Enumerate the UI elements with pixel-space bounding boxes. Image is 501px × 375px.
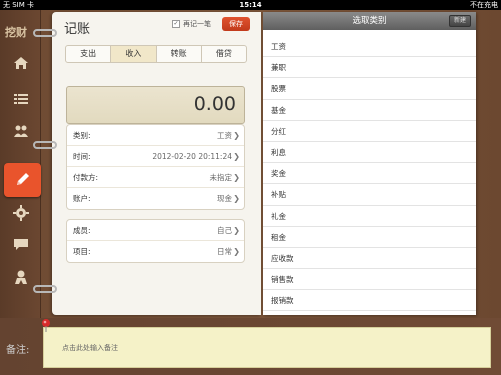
list-item[interactable]: 应收款 bbox=[263, 248, 476, 270]
field-label: 付款方: bbox=[73, 173, 99, 182]
person-icon bbox=[14, 270, 27, 284]
list-item[interactable]: 报销款 bbox=[263, 290, 476, 312]
chevron-right-icon: ❯ bbox=[233, 247, 240, 256]
clock: 15:14 bbox=[239, 1, 262, 9]
list-item[interactable]: 股票 bbox=[263, 78, 476, 100]
people-icon bbox=[13, 125, 28, 137]
memo-label: 备注: bbox=[6, 345, 30, 356]
picker-title: 选取类别 bbox=[352, 16, 387, 26]
list-item[interactable]: 分红 bbox=[263, 121, 476, 142]
sidebar-item-home[interactable] bbox=[0, 48, 41, 78]
list-item[interactable]: 奖金 bbox=[263, 163, 476, 185]
entry-page: 记账 ✓ 再记一笔 保存 支出 收入 转账 借贷 0.00 类别: 工资 ❯ 时… bbox=[52, 12, 261, 315]
chevron-right-icon: ❯ bbox=[233, 152, 240, 161]
picker-header: 选取类别 新建 bbox=[263, 12, 476, 30]
chevron-right-icon: ❯ bbox=[233, 131, 240, 140]
list-item[interactable]: 礼金 bbox=[263, 206, 476, 227]
sidebar-item-messages[interactable] bbox=[0, 229, 41, 259]
list-item[interactable]: 基金 bbox=[263, 100, 476, 121]
chevron-right-icon: ❯ bbox=[233, 194, 240, 203]
save-button[interactable]: 保存 bbox=[222, 17, 250, 31]
field-value: 自己 bbox=[217, 226, 232, 235]
app-logo: 挖财 bbox=[5, 26, 27, 39]
field-member[interactable]: 成员: 自己 ❯ bbox=[67, 220, 244, 241]
field-account[interactable]: 账户: 现金 ❯ bbox=[67, 188, 244, 209]
field-payer[interactable]: 付款方: 未指定 ❯ bbox=[67, 167, 244, 188]
field-value: 2012-02-20 20:11:24 bbox=[152, 152, 232, 161]
memo-input[interactable]: 点击此处输入备注 bbox=[43, 327, 491, 368]
list-item[interactable]: 补贴 bbox=[263, 184, 476, 206]
new-category-button[interactable]: 新建 bbox=[449, 15, 471, 27]
field-value: 工资 bbox=[217, 131, 232, 140]
binder-ring bbox=[33, 285, 57, 295]
tab-loan[interactable]: 借贷 bbox=[202, 46, 246, 62]
field-time[interactable]: 时间: 2012-02-20 20:11:24 ❯ bbox=[67, 146, 244, 167]
binder-ring bbox=[33, 29, 57, 39]
field-project[interactable]: 项目: 日常 ❯ bbox=[67, 241, 244, 262]
field-label: 项目: bbox=[73, 247, 91, 256]
category-picker: 选取类别 新建 工资 兼职 股票 基金 分红 利息 奖金 补贴 礼金 租金 应收… bbox=[263, 12, 476, 315]
pushpin-icon bbox=[42, 319, 50, 332]
list-item[interactable]: 销售款 bbox=[263, 269, 476, 291]
pencil-icon bbox=[16, 173, 29, 185]
list-item[interactable]: 工资 bbox=[263, 36, 476, 58]
detail-group: 类别: 工资 ❯ 时间: 2012-02-20 20:11:24 ❯ 付款方: … bbox=[66, 124, 245, 210]
tab-expense[interactable]: 支出 bbox=[66, 46, 112, 62]
amount-value: 0.00 bbox=[193, 93, 236, 115]
field-label: 成员: bbox=[73, 226, 91, 235]
list-item[interactable]: 利息 bbox=[263, 142, 476, 164]
field-category[interactable]: 类别: 工资 ❯ bbox=[67, 125, 244, 146]
battery-text: 不在充电 bbox=[470, 1, 498, 9]
sidebar-item-record[interactable] bbox=[4, 163, 41, 197]
chat-icon bbox=[13, 239, 28, 250]
tab-income[interactable]: 收入 bbox=[111, 46, 157, 62]
field-value: 日常 bbox=[217, 247, 232, 256]
list-icon bbox=[13, 94, 28, 104]
sidebar-item-list[interactable] bbox=[0, 84, 41, 114]
home-icon bbox=[13, 57, 28, 69]
extra-group: 成员: 自己 ❯ 项目: 日常 ❯ bbox=[66, 219, 245, 263]
page-title: 记账 bbox=[64, 22, 91, 37]
field-value: 未指定 bbox=[209, 173, 233, 182]
gear-icon bbox=[12, 205, 29, 221]
amount-field[interactable]: 0.00 bbox=[66, 86, 245, 124]
remember-label: 再记一笔 bbox=[183, 20, 211, 28]
field-label: 账户: bbox=[73, 194, 91, 203]
tab-transfer[interactable]: 转账 bbox=[157, 46, 202, 62]
sidebar: 挖财 bbox=[0, 10, 41, 318]
chevron-right-icon: ❯ bbox=[233, 173, 240, 182]
field-label: 类别: bbox=[73, 131, 91, 140]
sidebar-item-settings[interactable] bbox=[0, 198, 41, 228]
remember-toggle[interactable]: ✓ 再记一笔 bbox=[172, 19, 211, 29]
type-tabs: 支出 收入 转账 借贷 bbox=[65, 45, 247, 63]
status-bar: 无 SIM 卡 15:14 不在充电 bbox=[0, 0, 501, 10]
checkbox-icon[interactable]: ✓ bbox=[172, 20, 180, 28]
list-item[interactable]: 租金 bbox=[263, 227, 476, 248]
list-item[interactable]: 兼职 bbox=[263, 57, 476, 79]
category-list: 工资 兼职 股票 基金 分红 利息 奖金 补贴 礼金 租金 应收款 销售款 报销… bbox=[263, 36, 476, 312]
binder-ring bbox=[33, 141, 57, 151]
chevron-right-icon: ❯ bbox=[233, 226, 240, 235]
field-label: 时间: bbox=[73, 152, 91, 161]
field-value: 现金 bbox=[217, 194, 232, 203]
